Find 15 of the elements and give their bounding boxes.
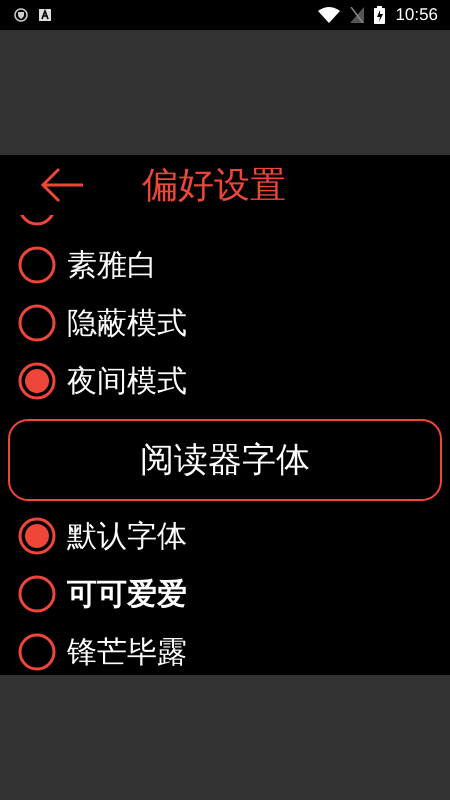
radio-option[interactable]: 隐蔽模式 [0, 294, 450, 352]
radio-option[interactable]: 素雅白 [0, 236, 450, 294]
radio-option[interactable]: 可可爱爱 [0, 565, 450, 623]
clock-time: 10:56 [395, 5, 438, 25]
battery-icon [374, 6, 386, 24]
app-icon [38, 8, 52, 22]
radio-option[interactable]: 锋芒毕露 [0, 623, 450, 675]
radio-option[interactable]: 默认字体 [0, 507, 450, 565]
back-arrow-icon[interactable] [40, 167, 84, 203]
section-header-button[interactable]: 阅读器字体 [8, 419, 442, 501]
wifi-icon [318, 7, 340, 23]
radio-option[interactable]: 夜间模式 [0, 352, 450, 410]
dialog-title: 偏好设置 [142, 164, 286, 208]
shield-icon [14, 8, 28, 22]
no-sim-icon [350, 7, 364, 23]
